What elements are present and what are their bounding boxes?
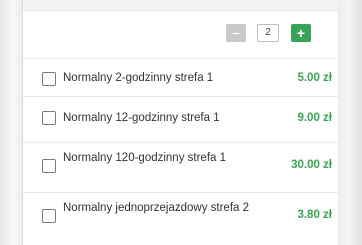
ticket-checkbox[interactable] (42, 111, 56, 125)
ticket-row[interactable]: Normalny jednoprzejazdowy strefa 2 3.80 … (23, 192, 338, 245)
ticket-name: Normalny 2-godzinny strefa 1 (63, 72, 214, 84)
ticket-row[interactable]: Normalny 2-godzinny strefa 1 5.00 zł (23, 58, 338, 97)
ticket-price: 9.00 zł (297, 112, 332, 124)
phone-bezel-right (337, 0, 362, 245)
ticket-row[interactable]: Normalny 12-godzinny strefa 1 9.00 zł (23, 96, 338, 135)
ticket-checkbox[interactable] (42, 159, 56, 173)
ticket-price: 30.00 zł (291, 159, 332, 171)
header-strip (23, 0, 338, 11)
ticket-name: Normalny jednoprzejazdowy strefa 2 (63, 202, 250, 214)
app-screen: − 2 + Normalny 2-godzinny strefa 1 5.00 … (23, 0, 338, 245)
phone-frame: − 2 + Normalny 2-godzinny strefa 1 5.00 … (0, 0, 362, 245)
ticket-row[interactable]: Normalny 120-godzinny strefa 1 30.00 zł (23, 142, 338, 193)
decrease-quantity-button[interactable]: − (226, 24, 246, 42)
quantity-stepper: − 2 + (23, 22, 338, 46)
ticket-price: 3.80 zł (297, 209, 332, 221)
ticket-name: Normalny 120-godzinny strefa 1 (63, 152, 226, 164)
ticket-checkbox[interactable] (42, 209, 56, 223)
quantity-value[interactable]: 2 (257, 24, 279, 42)
ticket-name: Normalny 12-godzinny strefa 1 (63, 112, 220, 124)
phone-bezel-left (0, 0, 23, 245)
ticket-checkbox[interactable] (42, 72, 56, 86)
ticket-price: 5.00 zł (297, 72, 332, 84)
increase-quantity-button[interactable]: + (291, 24, 311, 42)
